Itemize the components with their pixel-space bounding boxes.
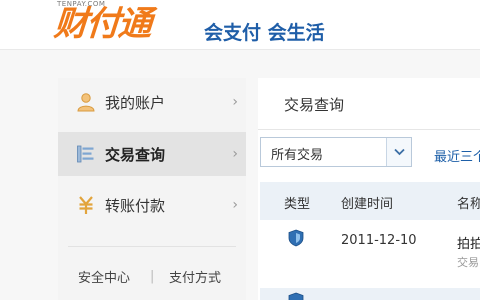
sidebar-divider (68, 246, 236, 247)
logo-text: 财付通 (52, 4, 152, 44)
security-center-link[interactable]: 安全中心 (78, 267, 130, 286)
payment-methods-link[interactable]: 支付方式 (169, 267, 221, 286)
shield-icon (288, 292, 304, 300)
sidebar: 我的账户 › 交易查询 › 转账付款 › 安全中心 | 支付方式 (58, 78, 246, 300)
main-panel: 交易查询 所有交易 最近三个 类型 创建时间 名称 2011-12-10 拍拍 … (258, 78, 480, 300)
chevron-right-icon: › (232, 146, 238, 162)
table-row[interactable]: 2011-12-10 拍拍 交易 (260, 221, 480, 279)
site-header: 财付通 TENPAY.COM 会支付 会生活 (0, 0, 480, 50)
table-header: 类型 创建时间 名称 (260, 182, 480, 220)
select-dropdown-button[interactable] (386, 138, 411, 166)
column-header-created-time[interactable]: 创建时间 (341, 193, 393, 212)
recent-range-link[interactable]: 最近三个 (434, 146, 480, 165)
column-header-type[interactable]: 类型 (284, 193, 310, 212)
chevron-right-icon: › (232, 197, 238, 213)
row-created-time: 2011-12-10 (341, 233, 417, 248)
select-value: 所有交易 (271, 148, 324, 163)
column-header-name[interactable]: 名称 (457, 193, 480, 212)
sidebar-item-my-account[interactable]: 我的账户 › (58, 80, 246, 124)
row-subtitle: 交易 (457, 256, 479, 269)
sidebar-item-label: 转账付款 (105, 196, 166, 215)
list-icon (77, 145, 94, 163)
table-row[interactable] (260, 288, 480, 300)
sidebar-item-transaction-query[interactable]: 交易查询 › (58, 132, 246, 176)
page-title: 交易查询 (284, 96, 345, 114)
sidebar-links: 安全中心 | 支付方式 (58, 264, 246, 288)
transaction-type-select[interactable]: 所有交易 (260, 137, 412, 167)
link-separator: | (150, 268, 155, 284)
shield-icon (288, 229, 304, 247)
row-name[interactable]: 拍拍 (457, 233, 480, 252)
user-icon (77, 93, 95, 112)
sidebar-item-label: 交易查询 (105, 145, 166, 164)
chevron-right-icon: › (232, 94, 238, 110)
title-divider (258, 129, 480, 130)
sidebar-item-transfer[interactable]: 转账付款 › (58, 183, 246, 227)
chevron-down-icon (393, 148, 405, 156)
logo-domain: TENPAY.COM (57, 0, 106, 8)
site-slogan: 会支付 会生活 (204, 22, 325, 44)
yuan-icon (79, 196, 93, 214)
sidebar-item-label: 我的账户 (105, 93, 166, 112)
